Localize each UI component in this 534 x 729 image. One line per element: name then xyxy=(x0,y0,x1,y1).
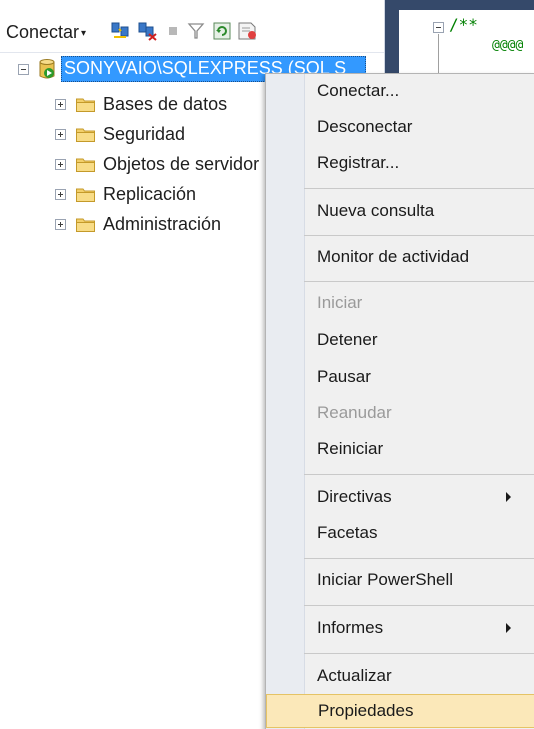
tree-node-label: Objetos de servidor xyxy=(103,153,260,174)
menu-item-label: Desconectar xyxy=(317,117,413,136)
menu-item-conectar[interactable]: Conectar... xyxy=(266,74,534,108)
code-line-1: /** xyxy=(449,15,478,34)
menu-item-label: Iniciar xyxy=(317,293,363,312)
menu-separator xyxy=(304,474,534,475)
expand-icon[interactable] xyxy=(55,128,66,140)
menu-item-reiniciar[interactable]: Reiniciar xyxy=(266,432,534,466)
menu-item-nueva-consulta[interactable]: Nueva consulta xyxy=(266,194,534,228)
menu-item-reanudar: Reanudar xyxy=(266,396,534,430)
menu-item-monitor-de-actividad[interactable]: Monitor de actividad xyxy=(266,240,534,274)
menu-item-propiedades[interactable]: Propiedades xyxy=(266,694,534,728)
menu-item-label: Conectar... xyxy=(317,81,400,100)
menu-item-label: Actualizar xyxy=(317,666,392,685)
collapse-icon[interactable] xyxy=(433,22,444,33)
tree-node-label: Administración xyxy=(103,213,222,234)
folder-icon xyxy=(76,98,95,112)
menu-item-informes[interactable]: Informes xyxy=(266,611,534,645)
menu-item-iniciar: Iniciar xyxy=(266,286,534,320)
summary-report-icon[interactable] xyxy=(236,21,260,41)
menu-item-label: Monitor de actividad xyxy=(317,247,470,266)
folder-icon xyxy=(76,218,95,232)
menu-item-label: Iniciar PowerShell xyxy=(317,570,454,589)
connect-dropdown-button[interactable]: Conectar ▾ xyxy=(6,21,86,43)
menu-item-actualizar[interactable]: Actualizar xyxy=(266,659,534,693)
menu-separator xyxy=(304,188,534,189)
menu-item-desconectar[interactable]: Desconectar xyxy=(266,110,534,144)
folder-icon xyxy=(76,158,95,172)
menu-separator xyxy=(304,558,534,559)
expand-icon[interactable] xyxy=(55,98,66,110)
menu-item-detener[interactable]: Detener xyxy=(266,323,534,357)
submenu-arrow-icon xyxy=(506,623,511,633)
connect-button-label: Conectar xyxy=(6,21,80,42)
submenu-arrow-icon xyxy=(506,492,511,502)
menu-item-label: Pausar xyxy=(317,367,371,386)
menu-separator xyxy=(304,653,534,654)
tree-node-label: Replicación xyxy=(103,183,197,204)
menu-separator xyxy=(304,235,534,236)
refresh-icon[interactable] xyxy=(212,21,232,41)
menu-item-label: Reanudar xyxy=(317,403,392,422)
menu-item-label: Reiniciar xyxy=(317,439,384,458)
menu-separator xyxy=(304,281,534,282)
filter-icon[interactable] xyxy=(186,21,206,41)
expand-icon[interactable] xyxy=(55,188,66,200)
ssms-window: Conectar ▾ SONYVAIO\SQLEXPRESS (SQL S Ba… xyxy=(0,0,534,729)
folder-icon xyxy=(76,188,95,202)
tree-node-administracion[interactable]: Administración xyxy=(55,212,221,236)
tree-node-label: Bases de datos xyxy=(103,93,228,114)
code-line-2: @@@@ xyxy=(492,38,524,53)
menu-item-label: Detener xyxy=(317,330,378,349)
object-explorer-toolbar: Conectar ▾ xyxy=(0,0,384,53)
collapse-icon[interactable] xyxy=(18,63,29,75)
menu-item-iniciar-powershell[interactable]: Iniciar PowerShell xyxy=(266,563,534,597)
menu-item-label: Facetas xyxy=(317,523,378,542)
expand-icon[interactable] xyxy=(55,158,66,170)
tree-node-replicacion[interactable]: Replicación xyxy=(55,182,196,206)
disconnect-icon[interactable] xyxy=(137,21,157,41)
tree-node-bases-de-datos[interactable]: Bases de datos xyxy=(55,92,227,116)
editor-top-border xyxy=(399,0,534,10)
menu-item-label: Nueva consulta xyxy=(317,201,435,220)
folder-icon xyxy=(76,128,95,142)
menu-item-label: Informes xyxy=(317,618,384,637)
menu-item-label: Directivas xyxy=(317,487,392,506)
connect-object-explorer-icon[interactable] xyxy=(110,21,130,41)
tree-node-objetos-de-servidor[interactable]: Objetos de servidor xyxy=(55,152,259,176)
menu-item-registrar[interactable]: Registrar... xyxy=(266,146,534,180)
expand-icon[interactable] xyxy=(55,218,66,230)
menu-item-pausar[interactable]: Pausar xyxy=(266,360,534,394)
stop-icon[interactable] xyxy=(163,21,183,41)
menu-separator xyxy=(304,605,534,606)
tree-node-seguridad[interactable]: Seguridad xyxy=(55,122,185,146)
tree-node-label: Seguridad xyxy=(103,123,186,144)
menu-item-directivas[interactable]: Directivas xyxy=(266,480,534,514)
menu-item-facetas[interactable]: Facetas xyxy=(266,516,534,550)
menu-item-label: Registrar... xyxy=(317,153,400,172)
chevron-down-icon: ▾ xyxy=(81,27,87,39)
database-server-icon xyxy=(39,59,55,79)
server-context-menu: Conectar... Desconectar Registrar... Nue… xyxy=(265,73,534,729)
menu-item-label: Propiedades xyxy=(318,701,414,720)
